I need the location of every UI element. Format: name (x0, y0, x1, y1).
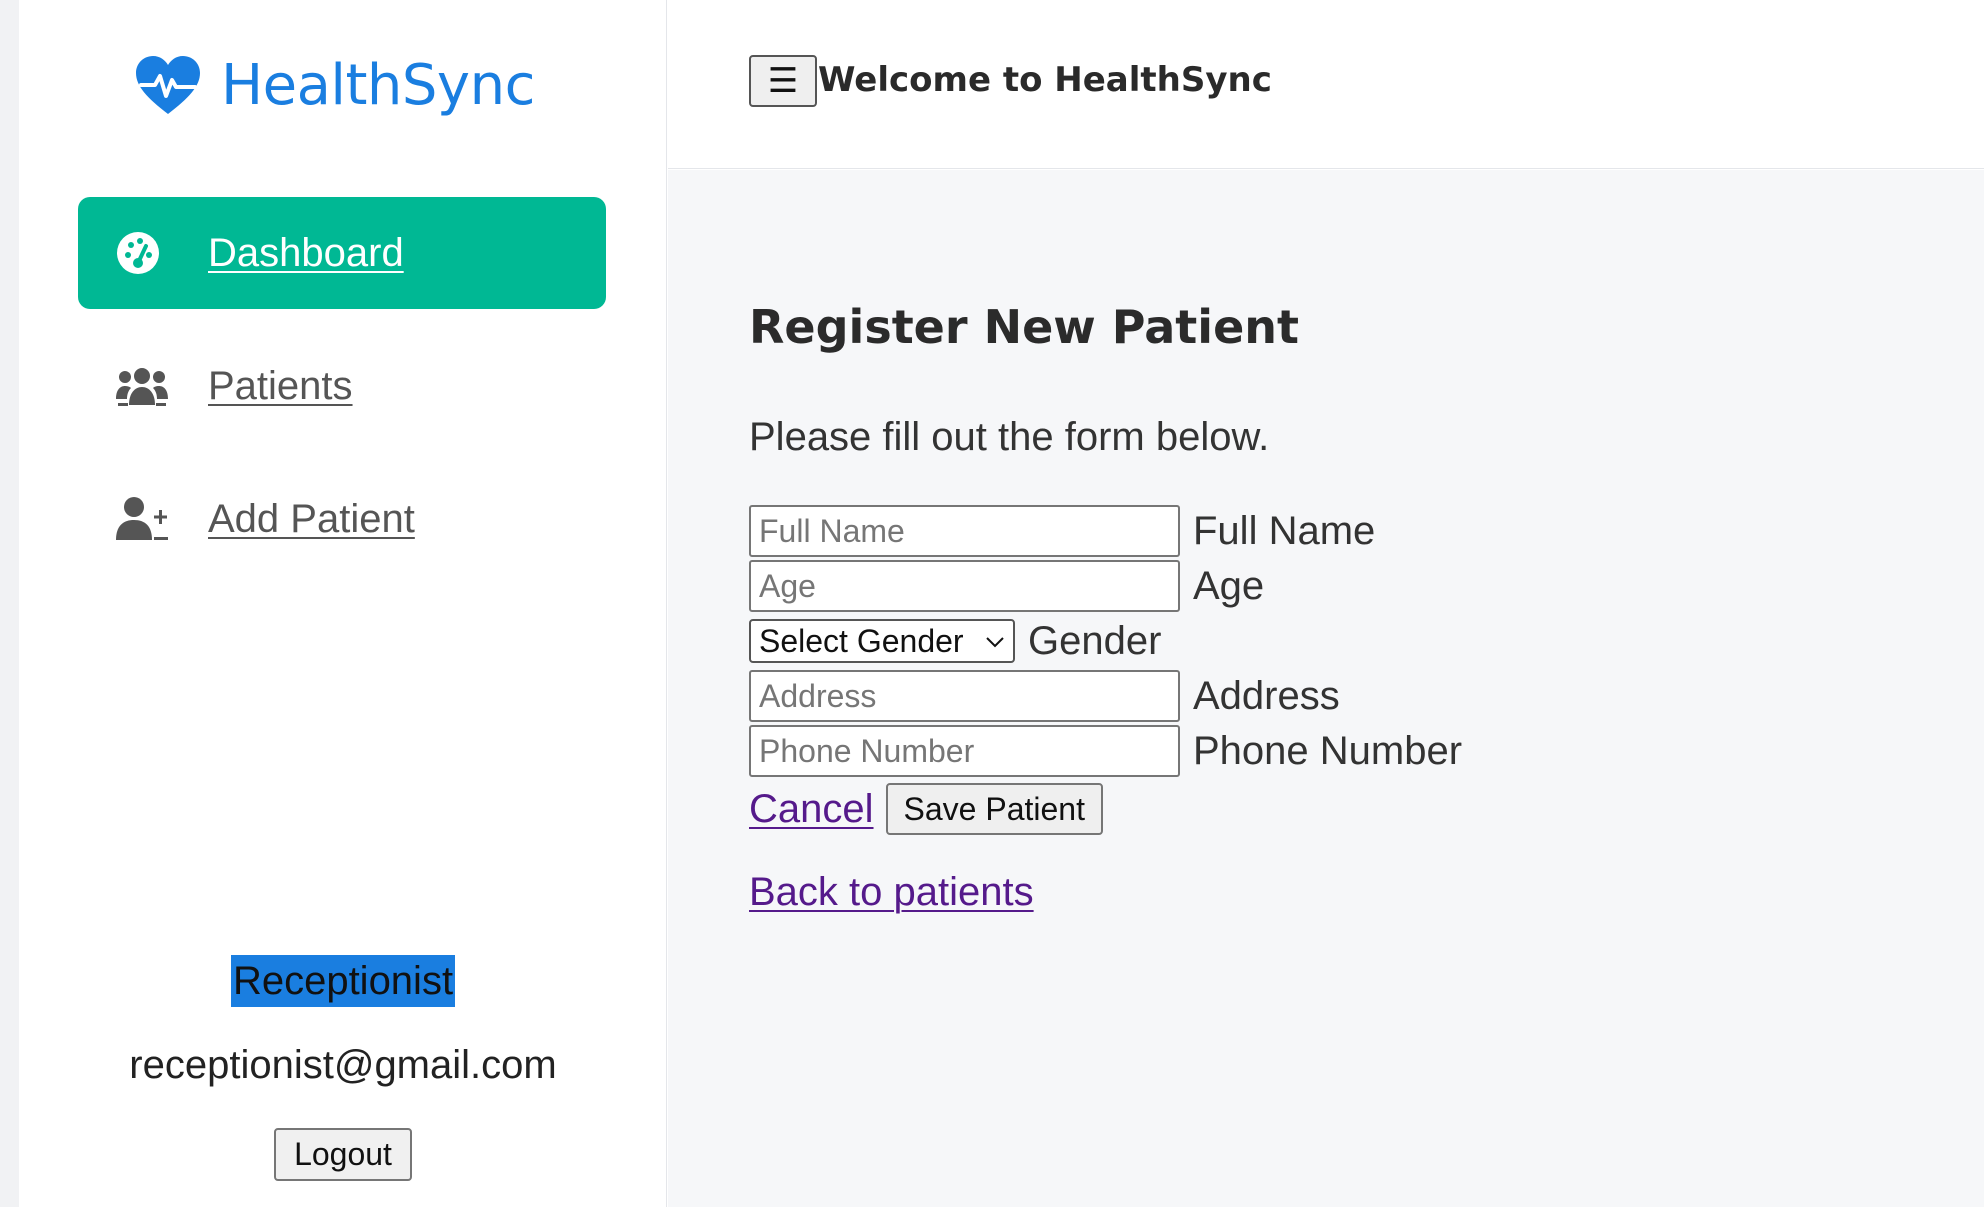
form-row-address: Address (749, 669, 1462, 723)
save-patient-button[interactable]: Save Patient (885, 783, 1103, 835)
phone-label: Phone Number (1193, 728, 1463, 773)
register-patient-form: Full Name Age Select Gender Gender Addre… (749, 504, 1462, 838)
user-email: receptionist@gmail.com (129, 1043, 557, 1087)
left-gutter (0, 0, 19, 1207)
full-name-input[interactable] (749, 505, 1180, 557)
brand-name: HealthSync (221, 53, 535, 118)
users-icon (116, 363, 170, 409)
page-subtitle: Please fill out the form below. (749, 415, 1270, 459)
sidebar: HealthSync Dashboard Patients Add Patien… (19, 0, 667, 1207)
form-row-phone: Phone Number (749, 724, 1462, 778)
welcome-title: Welcome to HealthSync (818, 60, 1272, 100)
menu-toggle-button[interactable]: ☰ (749, 55, 817, 107)
phone-input[interactable] (749, 725, 1180, 777)
full-name-label: Full Name (1193, 508, 1376, 553)
form-row-age: Age (749, 559, 1462, 613)
user-plus-icon (116, 496, 170, 542)
user-role: Receptionist (230, 955, 456, 1007)
chevron-down-icon (985, 628, 1005, 654)
sidebar-nav: Dashboard Patients Add Patient (78, 197, 606, 596)
sidebar-item-label: Add Patient (208, 496, 415, 541)
form-row-gender: Select Gender Gender (749, 614, 1462, 668)
sidebar-item-label: Dashboard (208, 230, 404, 275)
cancel-link[interactable]: Cancel (749, 787, 874, 832)
logout-button[interactable]: Logout (274, 1128, 412, 1181)
page-title: Register New Patient (749, 300, 1300, 354)
form-actions: Cancel Save Patient (749, 780, 1462, 838)
sidebar-item-add-patient[interactable]: Add Patient (78, 463, 606, 575)
main-content: Register New Patient Please fill out the… (668, 170, 1984, 1207)
sidebar-item-label: Patients (208, 363, 353, 408)
brand-logo[interactable]: HealthSync (135, 46, 535, 126)
address-label: Address (1193, 673, 1340, 718)
age-label: Age (1193, 563, 1265, 608)
heart-pulse-icon (135, 56, 201, 116)
user-info: Receptionist receptionist@gmail.com Logo… (19, 955, 667, 1181)
gender-select-value: Select Gender (759, 622, 964, 659)
form-row-full-name: Full Name (749, 504, 1462, 558)
top-bar: ☰ Welcome to HealthSync (668, 0, 1984, 169)
gender-select[interactable]: Select Gender (749, 619, 1015, 663)
sidebar-item-dashboard[interactable]: Dashboard (78, 197, 606, 309)
back-to-patients-link[interactable]: Back to patients (749, 870, 1034, 915)
gender-label: Gender (1028, 618, 1162, 663)
address-input[interactable] (749, 670, 1180, 722)
sidebar-item-patients[interactable]: Patients (78, 330, 606, 442)
gauge-icon (116, 230, 170, 276)
age-input[interactable] (749, 560, 1180, 612)
